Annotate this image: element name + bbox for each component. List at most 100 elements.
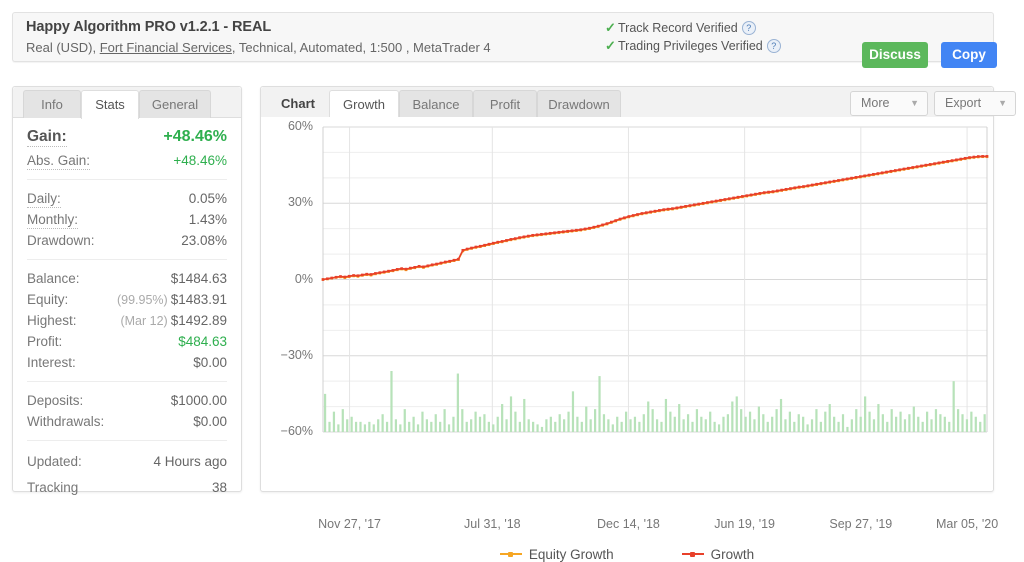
tab-balance[interactable]: Balance <box>399 90 473 118</box>
stats-panel: Info Stats General Gain: +48.46% Abs. Ga… <box>12 86 242 495</box>
legend-item[interactable]: Equity Growth <box>499 547 614 562</box>
y-axis-tick: 0% <box>294 271 313 286</box>
stat-value: 23.08% <box>181 233 227 248</box>
chart-legend: Equity Growth Growth <box>261 547 993 562</box>
legend-swatch <box>681 552 704 557</box>
legend-item[interactable]: Growth <box>681 547 755 562</box>
legend-label: Equity Growth <box>528 547 614 562</box>
stat-value: 0.05% <box>188 191 227 206</box>
divider <box>27 381 227 382</box>
stat-label: Profit: <box>27 334 63 349</box>
legend-label: Growth <box>710 547 755 562</box>
stat-value: $484.63 <box>178 334 227 349</box>
check-icon: ✓ <box>605 20 616 35</box>
stat-row-daily: Daily: 0.05% <box>27 188 227 209</box>
x-axis-tick: Nov 27, '17 <box>318 517 381 531</box>
stat-label: Drawdown: <box>27 233 95 248</box>
chart-tabstrip: Chart Growth Balance Profit Drawdown Mor… <box>261 87 1016 119</box>
legend-swatch <box>499 552 522 557</box>
stats-tabstrip: Info Stats General <box>13 87 241 119</box>
page-root: Happy Algorithm PRO v1.2.1 - REAL Real (… <box>0 0 1024 562</box>
tab-profit[interactable]: Profit <box>473 90 537 118</box>
chart-canvas <box>321 126 989 433</box>
chevron-down-icon: ▼ <box>910 98 919 108</box>
more-dropdown[interactable]: More ▼ <box>850 91 928 116</box>
more-label: More <box>861 96 890 110</box>
discuss-button[interactable]: Discuss <box>862 42 928 68</box>
stat-label: Withdrawals: <box>27 414 105 429</box>
verification-label: Trading Privileges Verified <box>618 39 763 53</box>
stat-row-drawdown: Drawdown: 23.08% <box>27 230 227 251</box>
divider <box>27 179 227 180</box>
stat-label: Daily: <box>27 191 61 208</box>
stat-row-updated: Updated: 4 Hours ago <box>27 449 227 475</box>
stat-row-gain: Gain: +48.46% <box>27 123 227 150</box>
check-icon: ✓ <box>605 38 616 53</box>
verification-list: ✓ Track Record Verified? ✓ Trading Privile… <box>605 19 781 55</box>
tab-growth[interactable]: Growth <box>329 90 399 119</box>
copy-button[interactable]: Copy <box>941 42 997 68</box>
stat-value-prefix: (99.95%) <box>116 293 168 307</box>
stat-value: 1.43% <box>188 212 227 227</box>
tab-general[interactable]: General <box>139 90 211 118</box>
help-icon[interactable]: ? <box>741 21 756 35</box>
verification-track-record: ✓ Track Record Verified? <box>605 19 781 37</box>
stat-row-tracking: Tracking 38 <box>27 475 227 501</box>
verification-trading-privileges: ✓ Trading Privileges Verified? <box>605 37 781 55</box>
tab-drawdown[interactable]: Drawdown <box>537 90 621 118</box>
x-axis-tick: Sep 27, '19 <box>829 517 893 531</box>
stat-value: $0.00 <box>193 414 227 429</box>
stat-value: (Mar 12) $1492.89 <box>120 310 227 332</box>
divider <box>27 440 227 441</box>
y-axis-tick: 30% <box>287 195 313 210</box>
stat-label: Abs. Gain: <box>27 153 91 170</box>
growth-chart: 60% 30% 0% −30% −60% Nov 27, '17 Jul 31, '18 D… <box>261 117 998 562</box>
stat-value-main: $1492.89 <box>170 313 227 328</box>
stat-value-prefix: (Mar 12) <box>120 314 168 328</box>
stat-row-interest: Interest: $0.00 <box>27 352 227 373</box>
stat-row-balance: Balance: $1484.63 <box>27 268 227 289</box>
subtitle-prefix: Real (USD), <box>26 40 100 55</box>
stat-value: +48.46% <box>163 128 227 145</box>
stat-value: (99.95%) $1483.91 <box>117 289 227 311</box>
stat-label: Deposits: <box>27 393 84 408</box>
chart-panel: Chart Growth Balance Profit Drawdown Mor… <box>260 86 1016 562</box>
tab-info[interactable]: Info <box>23 90 81 118</box>
export-dropdown[interactable]: Export ▼ <box>934 91 1016 116</box>
broker-link[interactable]: Fort Financial Services <box>100 40 232 55</box>
stat-row-monthly: Monthly: 1.43% <box>27 209 227 230</box>
stat-value: $1484.63 <box>170 271 227 286</box>
y-axis-tick: 60% <box>287 119 313 133</box>
stat-label: Interest: <box>27 355 76 370</box>
stat-label: Balance: <box>27 271 80 286</box>
stat-row-equity: Equity: (99.95%) $1483.91 <box>27 289 227 310</box>
stat-label: Equity: <box>27 292 69 307</box>
verification-label: Track Record Verified <box>618 21 738 35</box>
divider <box>27 259 227 260</box>
chart-section-label: Chart <box>281 96 315 111</box>
y-axis-tick: −30% <box>280 347 313 362</box>
stat-value: $1000.00 <box>170 393 227 408</box>
x-axis-tick: Jun 19, '19 <box>714 517 776 531</box>
x-axis-tick: Dec 14, '18 <box>597 517 660 531</box>
x-axis-tick: Jul 31, '18 <box>464 517 521 531</box>
tab-stats[interactable]: Stats <box>81 90 139 119</box>
chevron-down-icon: ▼ <box>998 98 1007 108</box>
stat-row-withdrawals: Withdrawals: $0.00 <box>27 411 227 432</box>
stat-label: Tracking <box>27 480 79 495</box>
stat-value-main: $1483.91 <box>170 292 227 307</box>
account-header: Happy Algorithm PRO v1.2.1 - REAL Real (… <box>12 12 997 68</box>
page-title: Happy Algorithm PRO v1.2.1 - REAL <box>26 19 272 35</box>
stat-row-deposits: Deposits: $1000.00 <box>27 390 227 411</box>
x-axis-tick: Mar 05, '20 <box>936 517 999 531</box>
export-label: Export <box>945 96 982 110</box>
subtitle-suffix: , Technical, Automated, 1:500 , MetaTrad… <box>231 40 491 55</box>
account-subtitle: Real (USD), Fort Financial Services, Tec… <box>26 40 491 55</box>
stat-value: +48.46% <box>173 153 227 168</box>
stat-row-profit: Profit: $484.63 <box>27 331 227 352</box>
stats-list: Gain: +48.46% Abs. Gain: +48.46% Daily: … <box>13 117 241 495</box>
stat-label: Updated: <box>27 454 82 469</box>
stat-label: Highest: <box>27 313 77 328</box>
help-icon[interactable]: ? <box>766 39 781 53</box>
stat-row-highest: Highest: (Mar 12) $1492.89 <box>27 310 227 331</box>
